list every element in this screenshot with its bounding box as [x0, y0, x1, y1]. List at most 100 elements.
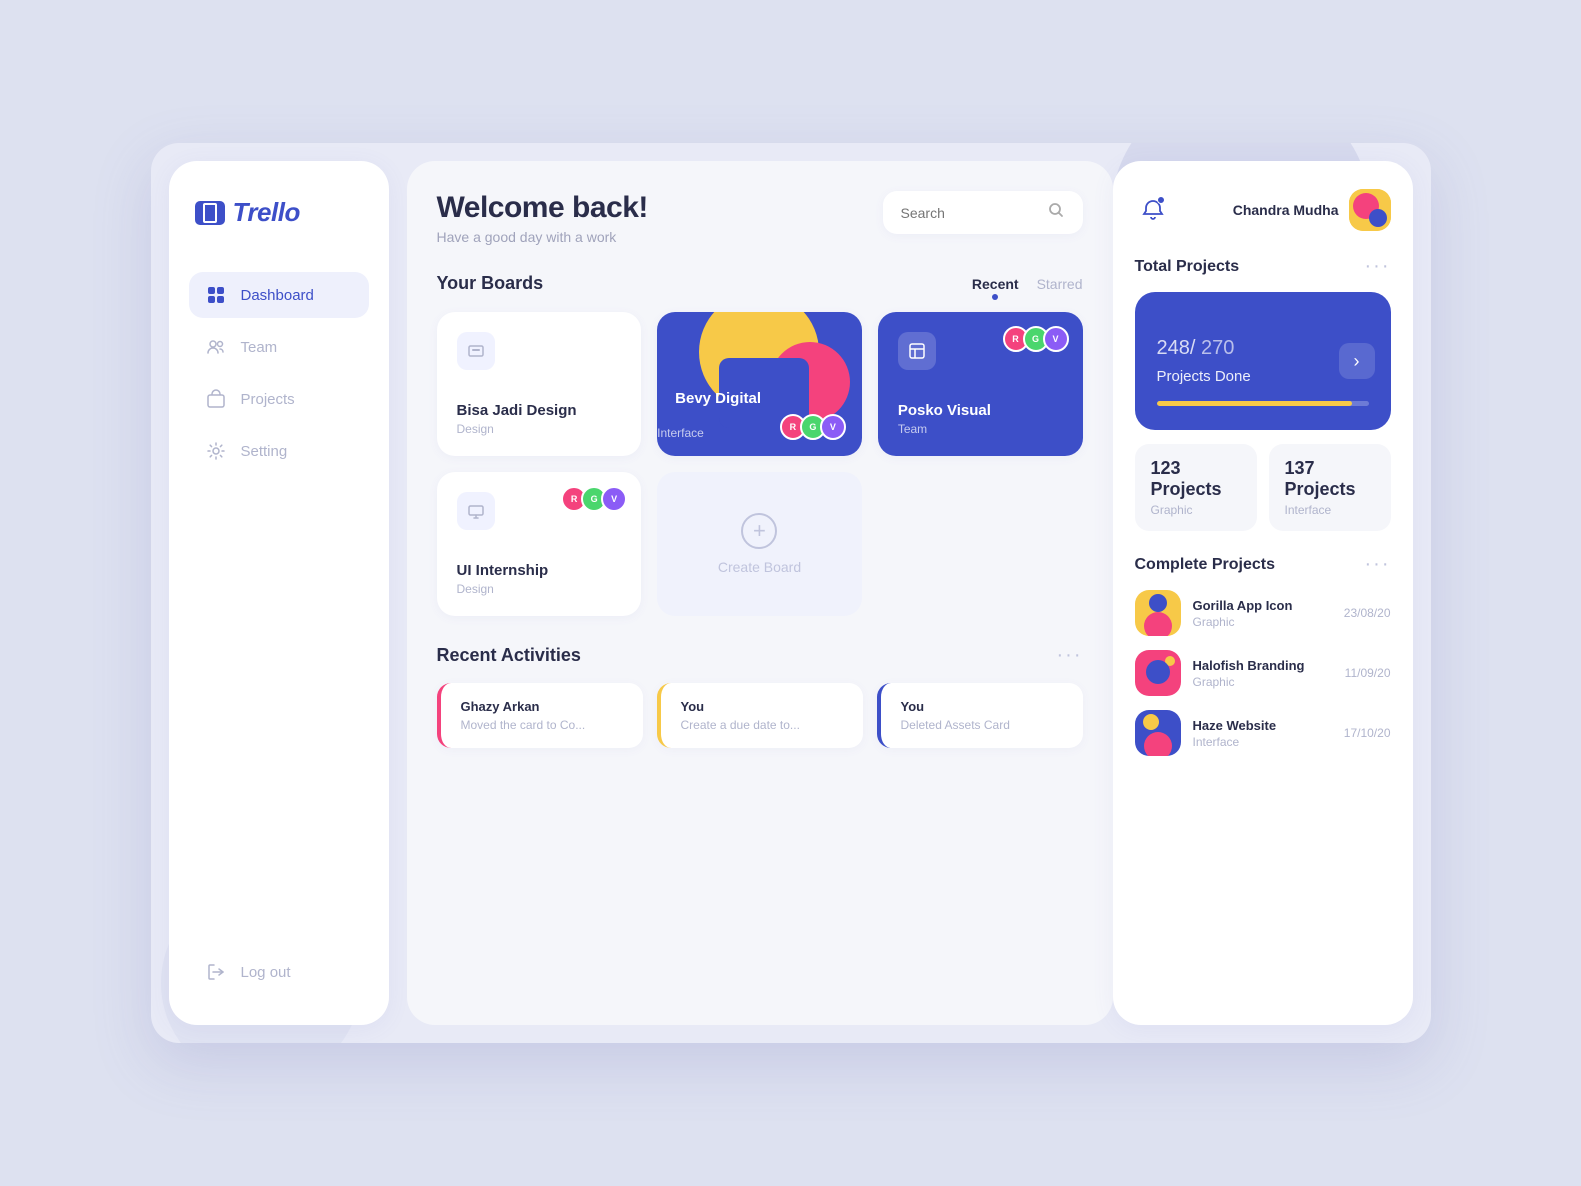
- sub-card-graphic: 123 Projects Graphic: [1135, 444, 1257, 531]
- search-icon: [1047, 201, 1065, 224]
- welcome-title: Welcome back!: [437, 191, 648, 225]
- gorilla-name: Gorilla App Icon: [1193, 598, 1332, 613]
- ui-internship-avatars: R G V: [567, 486, 627, 512]
- halofish-type: Graphic: [1193, 675, 1333, 689]
- board-card-bisa-jadi[interactable]: Bisa Jadi Design Design: [437, 312, 642, 456]
- notification-button[interactable]: [1135, 192, 1171, 228]
- haze-name: Haze Website: [1193, 718, 1332, 733]
- gorilla-thumb-top: [1149, 594, 1167, 612]
- create-board-label: Create Board: [718, 559, 801, 575]
- halofish-info: Halofish Branding Graphic: [1193, 658, 1333, 689]
- sub-card-graphic-count: 123 Projects: [1151, 458, 1241, 500]
- haze-date: 17/10/20: [1344, 726, 1391, 740]
- complete-item-halofish: Halofish Branding Graphic 11/09/20: [1135, 650, 1391, 696]
- board-card-ui-internship[interactable]: R G V UI Internship Design: [437, 472, 642, 616]
- total-projects-header: Total Projects ···: [1135, 255, 1391, 278]
- projects-icon: [205, 388, 227, 410]
- complete-projects-more[interactable]: ···: [1365, 553, 1391, 576]
- search-input[interactable]: [901, 205, 1037, 221]
- gorilla-info: Gorilla App Icon Graphic: [1193, 598, 1332, 629]
- total-projects-more[interactable]: ···: [1365, 255, 1391, 278]
- logo-icon: [195, 201, 225, 225]
- complete-projects-header: Complete Projects ···: [1135, 553, 1391, 576]
- bevy-digital-sublabel: Interface: [657, 426, 862, 456]
- gorilla-thumb: [1135, 590, 1181, 636]
- ui-internship-label: UI Internship: [457, 562, 622, 579]
- haze-thumb-top: [1143, 714, 1159, 730]
- sub-card-interface: 137 Projects Interface: [1269, 444, 1391, 531]
- tab-recent[interactable]: Recent: [972, 276, 1019, 292]
- tab-starred[interactable]: Starred: [1037, 276, 1083, 292]
- welcome-subtitle: Have a good day with a work: [437, 229, 648, 245]
- user-info: Chandra Mudha: [1233, 189, 1391, 231]
- halofish-name: Halofish Branding: [1193, 658, 1333, 673]
- logout-icon: [205, 961, 227, 983]
- user-avatar: [1349, 189, 1391, 231]
- sidebar: Trello Dashboard: [169, 161, 389, 1025]
- activity-card-1: You Create a due date to...: [657, 683, 863, 748]
- ui-av-v: V: [601, 486, 627, 512]
- activities-title: Recent Activities: [437, 645, 581, 666]
- bisa-jadi-sublabel: Design: [457, 422, 622, 436]
- logout-label: Log out: [241, 964, 291, 981]
- board-card-posko-visual[interactable]: R G V Posko Visual Team: [878, 312, 1083, 456]
- sidebar-item-dashboard[interactable]: Dashboard: [189, 272, 369, 318]
- boards-title: Your Boards: [437, 273, 544, 294]
- sidebar-item-projects[interactable]: Projects: [189, 376, 369, 422]
- total-projects-title: Total Projects: [1135, 258, 1240, 276]
- dashboard-icon: [205, 284, 227, 306]
- activities-more-button[interactable]: ···: [1057, 644, 1083, 667]
- halofish-thumb-circle: [1146, 660, 1170, 684]
- board-card-bevy-digital[interactable]: R G V Bevy Digital Interface: [657, 312, 862, 456]
- activity-card-0: Ghazy Arkan Moved the card to Co...: [437, 683, 643, 748]
- setting-icon: [205, 440, 227, 462]
- user-avatar-inner: [1349, 189, 1391, 231]
- welcome-text: Welcome back! Have a good day with a wor…: [437, 191, 648, 245]
- activities-grid: Ghazy Arkan Moved the card to Co... You …: [437, 683, 1083, 748]
- posko-visual-sublabel: Team: [898, 422, 1063, 436]
- boards-tabs: Recent Starred: [972, 276, 1083, 292]
- bisa-jadi-label: Bisa Jadi Design: [457, 402, 622, 419]
- posko-avatars: R G V: [1009, 326, 1069, 352]
- main-content: Welcome back! Have a good day with a wor…: [407, 161, 1113, 1025]
- boards-grid: Bisa Jadi Design Design R G V Bevy Digit…: [437, 312, 1083, 616]
- gorilla-date: 23/08/20: [1344, 606, 1391, 620]
- bevy-digital-label: Bevy Digital: [657, 390, 862, 423]
- notif-dot: [1157, 196, 1165, 204]
- boards-section-header: Your Boards Recent Starred: [437, 273, 1083, 294]
- haze-type: Interface: [1193, 735, 1332, 749]
- projects-next-button[interactable]: ›: [1339, 343, 1375, 379]
- search-bar[interactable]: [883, 191, 1083, 234]
- sub-card-interface-count: 137 Projects: [1285, 458, 1375, 500]
- sub-card-graphic-label: Graphic: [1151, 503, 1241, 517]
- projects-count: 248/ 270: [1157, 316, 1235, 363]
- create-plus-icon: +: [741, 513, 777, 549]
- ui-internship-icon: [457, 492, 495, 530]
- posko-av-v: V: [1043, 326, 1069, 352]
- activity-name-1: You: [681, 699, 847, 714]
- panel-top-bar: Chandra Mudha: [1135, 189, 1391, 231]
- logout-button[interactable]: Log out: [189, 949, 369, 995]
- projects-count-display: 248/ 270: [1157, 316, 1369, 364]
- ui-internship-sublabel: Design: [457, 582, 622, 596]
- projects-main-card: 248/ 270 Projects Done ›: [1135, 292, 1391, 430]
- main-header: Welcome back! Have a good day with a wor…: [437, 191, 1083, 245]
- sidebar-item-label-setting: Setting: [241, 443, 288, 460]
- activities-header: Recent Activities ···: [437, 644, 1083, 667]
- halofish-thumb: [1135, 650, 1181, 696]
- create-board-card[interactable]: + Create Board: [657, 472, 862, 616]
- gorilla-type: Graphic: [1193, 615, 1332, 629]
- activity-card-2: You Deleted Assets Card: [877, 683, 1083, 748]
- haze-info: Haze Website Interface: [1193, 718, 1332, 749]
- logo-text: Trello: [233, 197, 300, 228]
- sidebar-item-label-team: Team: [241, 339, 278, 356]
- activity-name-2: You: [901, 699, 1067, 714]
- user-avatar-dot: [1369, 209, 1387, 227]
- activity-desc-1: Create a due date to...: [681, 718, 847, 732]
- sidebar-item-team[interactable]: Team: [189, 324, 369, 370]
- posko-visual-label: Posko Visual: [898, 402, 1063, 419]
- sidebar-item-setting[interactable]: Setting: [189, 428, 369, 474]
- gorilla-thumb-inner: [1144, 612, 1172, 636]
- complete-item-haze: Haze Website Interface 17/10/20: [1135, 710, 1391, 756]
- app-container: Trello Dashboard: [151, 143, 1431, 1043]
